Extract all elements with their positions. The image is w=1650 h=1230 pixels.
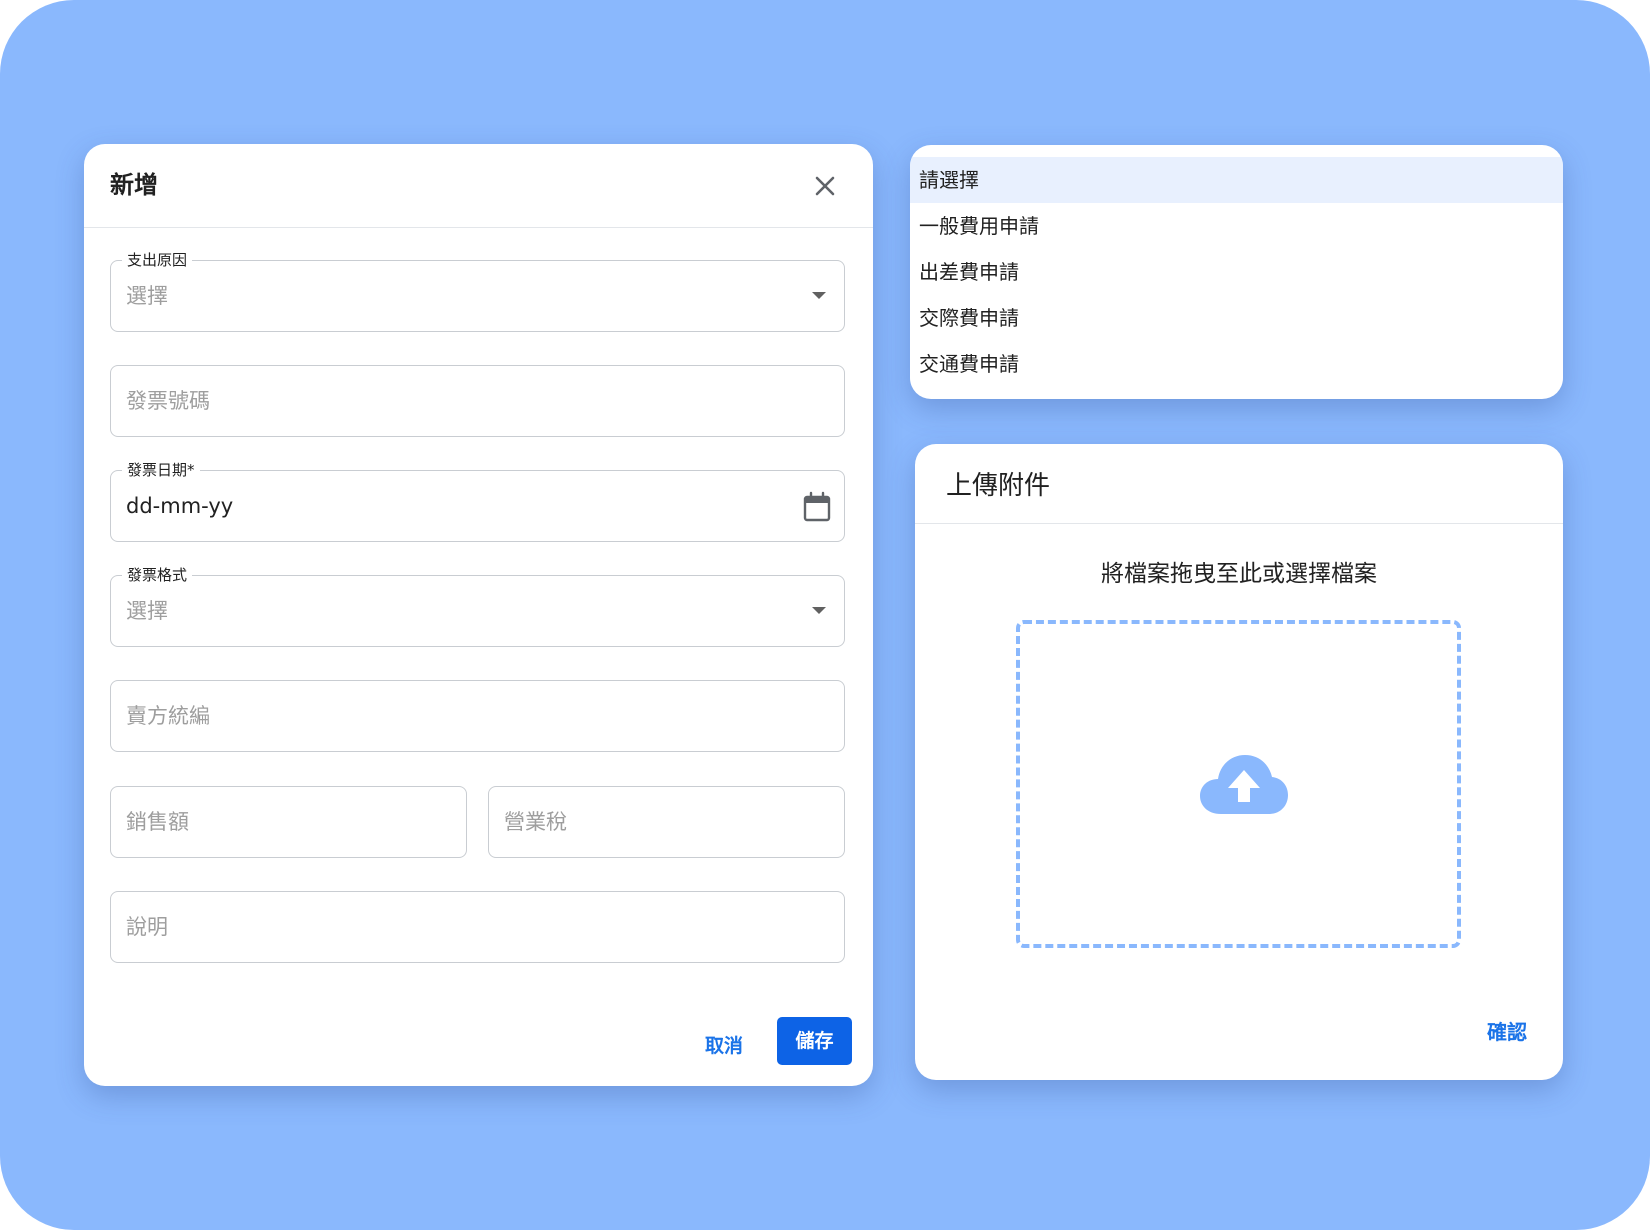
upload-hint: 將檔案拖曳至此或選擇檔案 (1101, 561, 1377, 587)
dropdown-option-please-select[interactable]: 請選擇 (910, 157, 1563, 203)
invoice-number-field[interactable]: 發票號碼 (110, 365, 845, 437)
invoice-format-label: 發票格式 (122, 565, 193, 585)
dropdown-option-general-expense[interactable]: 一般費用申請 (910, 203, 1563, 249)
add-expense-dialog: 新增 支出原因 選擇 發票號碼 發票日期* dd-mm-yy 發票格式 選擇 賣… (84, 144, 873, 1086)
close-icon[interactable] (805, 166, 845, 206)
upload-attachment-dialog: 上傳附件 將檔案拖曳至此或選擇檔案 確認 (915, 444, 1563, 1080)
expense-reason-dropdown: 請選擇 一般費用申請 出差費申請 交際費申請 交通費申請 (910, 145, 1563, 399)
business-tax-placeholder: 營業稅 (504, 810, 567, 834)
dialog-header: 新增 (84, 144, 873, 228)
sales-amount-placeholder: 銷售額 (126, 810, 189, 834)
invoice-format-value: 選擇 (126, 599, 168, 623)
upload-header: 上傳附件 (915, 444, 1563, 524)
cancel-button[interactable]: 取消 (693, 1023, 755, 1069)
confirm-button[interactable]: 確認 (1477, 1012, 1537, 1052)
invoice-number-placeholder: 發票號碼 (126, 389, 210, 413)
dialog-title: 新增 (110, 171, 158, 199)
invoice-format-select[interactable]: 發票格式 選擇 (110, 565, 845, 647)
description-field[interactable]: 說明 (110, 891, 845, 963)
description-placeholder: 說明 (126, 915, 168, 939)
sales-amount-field[interactable]: 銷售額 (110, 786, 467, 858)
dropdown-option-entertainment-expense[interactable]: 交際費申請 (910, 295, 1563, 341)
invoice-date-label: 發票日期* (122, 460, 200, 480)
expense-reason-label: 支出原因 (122, 250, 193, 270)
invoice-date-field[interactable]: 發票日期* dd-mm-yy (110, 460, 845, 542)
caret-down-icon (812, 292, 826, 299)
seller-tax-id-field[interactable]: 賣方統編 (110, 680, 845, 752)
calendar-icon[interactable] (802, 491, 832, 523)
file-dropzone[interactable] (1016, 620, 1461, 948)
cloud-upload-icon (1200, 755, 1288, 814)
expense-reason-select[interactable]: 支出原因 選擇 (110, 250, 845, 332)
upload-title: 上傳附件 (946, 471, 1051, 501)
caret-down-icon (812, 607, 826, 614)
expense-reason-value: 選擇 (126, 284, 168, 308)
dropdown-option-travel-expense[interactable]: 出差費申請 (910, 249, 1563, 295)
seller-tax-id-placeholder: 賣方統編 (126, 704, 210, 728)
save-button[interactable]: 儲存 (777, 1017, 852, 1065)
business-tax-field[interactable]: 營業稅 (488, 786, 845, 858)
invoice-date-value: dd-mm-yy (126, 494, 234, 518)
dropdown-option-transportation-expense[interactable]: 交通費申請 (910, 341, 1563, 387)
